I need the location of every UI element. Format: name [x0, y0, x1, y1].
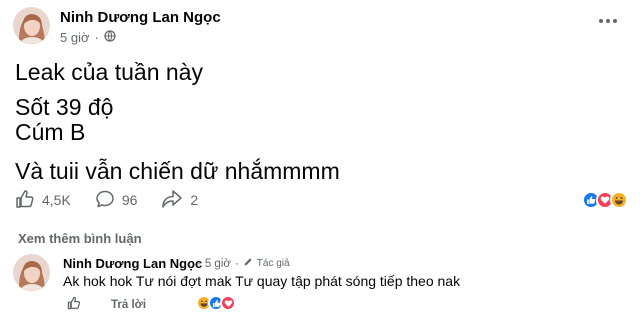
comment-like-icon[interactable]: [67, 296, 81, 313]
comment-dot: ·: [197, 257, 201, 270]
comment-button[interactable]: 96: [95, 189, 138, 212]
love-reaction-icon: [220, 295, 236, 311]
comment-bubble-icon: [95, 189, 115, 212]
reaction-summary[interactable]: [582, 191, 628, 209]
meta-dot: ·: [94, 30, 99, 45]
like-count: 4,5K: [42, 192, 71, 208]
comment-author-name[interactable]: Ninh Dương Lan Ngọc: [63, 256, 202, 271]
see-more-comments-link[interactable]: Xem thêm bình luận: [18, 231, 142, 246]
haha-reaction-icon: [610, 191, 628, 209]
comment-count: 96: [121, 192, 138, 208]
post-text-line: Sốt 39 độ: [15, 94, 114, 120]
post-text-line: Leak của tuần này: [15, 59, 203, 85]
author-badge: Tác giả: [256, 258, 290, 269]
comment-meta: · 5 giờ · Tác giả: [197, 257, 290, 270]
thumbs-up-icon: [15, 189, 35, 212]
post-time[interactable]: 5 giờ: [60, 30, 90, 45]
comment-actions: Trả lời: [67, 296, 146, 313]
commenter-avatar[interactable]: [13, 254, 50, 291]
post-author-name[interactable]: Ninh Dương Lan Ngọc: [60, 9, 221, 26]
comment-time[interactable]: 5 giờ: [205, 258, 231, 270]
share-arrow-icon: [161, 189, 183, 212]
post-action-bar: 4,5K 96 2: [15, 188, 222, 212]
comment-reaction-summary[interactable]: [196, 295, 236, 311]
reply-button[interactable]: Trả lời: [111, 299, 146, 311]
like-button[interactable]: 4,5K: [15, 189, 71, 212]
more-options-icon[interactable]: [596, 13, 620, 29]
share-button[interactable]: 2: [161, 189, 198, 212]
share-count: 2: [190, 192, 199, 208]
post-text-line: Cúm B: [15, 119, 86, 145]
comment-text: Ak hok hok Tư nói đợt mak Tư quay tập ph…: [63, 273, 461, 289]
post-meta: 5 giờ ·: [60, 30, 116, 45]
author-avatar[interactable]: [13, 7, 50, 44]
pencil-icon: [243, 257, 253, 270]
comment-dot: ·: [234, 257, 239, 270]
post-text-line: Và tuii vẫn chiến dữ nhắmmmm: [15, 158, 340, 184]
globe-icon: [104, 30, 116, 45]
